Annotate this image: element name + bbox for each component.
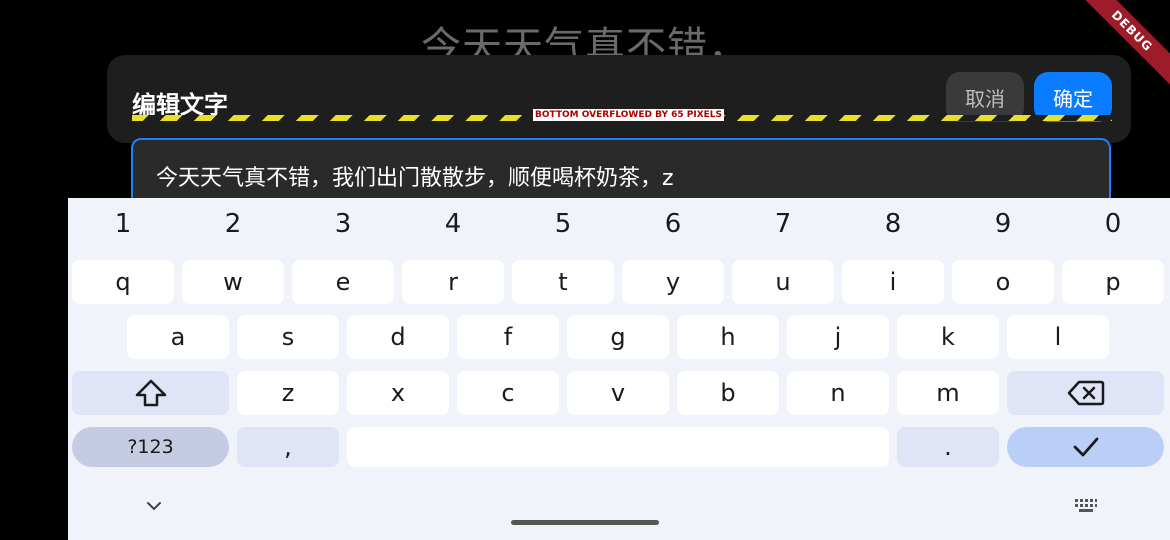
key-p[interactable]: p: [1062, 260, 1164, 304]
hide-keyboard-button[interactable]: [142, 496, 166, 516]
shift-key[interactable]: [72, 371, 229, 415]
key-w[interactable]: w: [182, 260, 284, 304]
key-o[interactable]: o: [952, 260, 1054, 304]
key-s[interactable]: s: [237, 315, 339, 359]
edit-text-dialog: 编辑文字 取消 确定 BOTTOM OVERFLOWED BY 65 PIXEL…: [107, 55, 1131, 143]
key-4[interactable]: 4: [403, 198, 503, 250]
checkmark-icon: [1073, 437, 1098, 457]
key-z[interactable]: z: [237, 371, 339, 415]
key-f[interactable]: f: [457, 315, 559, 359]
key-i[interactable]: i: [842, 260, 944, 304]
key-k[interactable]: k: [897, 315, 999, 359]
key-r[interactable]: r: [402, 260, 504, 304]
overflow-warning: BOTTOM OVERFLOWED BY 65 PIXELS: [533, 109, 725, 121]
key-9[interactable]: 9: [953, 198, 1053, 250]
key-2[interactable]: 2: [183, 198, 283, 250]
key-l[interactable]: l: [1007, 315, 1109, 359]
key-g[interactable]: g: [567, 315, 669, 359]
chevron-down-icon: [147, 502, 161, 510]
key-7[interactable]: 7: [733, 198, 833, 250]
key-n[interactable]: n: [787, 371, 889, 415]
key-d[interactable]: d: [347, 315, 449, 359]
key-x[interactable]: x: [347, 371, 449, 415]
key-e[interactable]: e: [292, 260, 394, 304]
key-v[interactable]: v: [567, 371, 669, 415]
key-a[interactable]: a: [127, 315, 229, 359]
key-c[interactable]: c: [457, 371, 559, 415]
key-b[interactable]: b: [677, 371, 779, 415]
backspace-icon: [1067, 380, 1104, 406]
shift-icon: [135, 379, 166, 407]
text-field-value: 今天天气真不错，我们出门散散步，顺便喝杯奶茶，z: [156, 166, 674, 191]
key-u[interactable]: u: [732, 260, 834, 304]
key-m[interactable]: m: [897, 371, 999, 415]
key-t[interactable]: t: [512, 260, 614, 304]
key-j[interactable]: j: [787, 315, 889, 359]
keyboard-switch-button[interactable]: [1074, 498, 1098, 514]
key-h[interactable]: h: [677, 315, 779, 359]
comma-key[interactable]: ,: [237, 427, 339, 467]
keyboard-icon: [1075, 499, 1097, 512]
key-1[interactable]: 1: [73, 198, 173, 250]
key-8[interactable]: 8: [843, 198, 943, 250]
soft-keyboard: 1 2 3 4 5 6 7 8 9 0 q w e r t y u i o p …: [68, 198, 1170, 540]
symbols-key[interactable]: ?123: [72, 427, 229, 467]
key-y[interactable]: y: [622, 260, 724, 304]
key-0[interactable]: 0: [1063, 198, 1163, 250]
key-5[interactable]: 5: [513, 198, 613, 250]
home-indicator[interactable]: [511, 520, 659, 525]
key-6[interactable]: 6: [623, 198, 723, 250]
backspace-key[interactable]: [1007, 371, 1164, 415]
key-q[interactable]: q: [72, 260, 174, 304]
number-row: 1 2 3 4 5 6 7 8 9 0: [68, 198, 1170, 250]
key-3[interactable]: 3: [293, 198, 393, 250]
space-key[interactable]: [347, 427, 889, 467]
enter-key[interactable]: [1007, 427, 1164, 467]
period-key[interactable]: .: [897, 427, 999, 467]
